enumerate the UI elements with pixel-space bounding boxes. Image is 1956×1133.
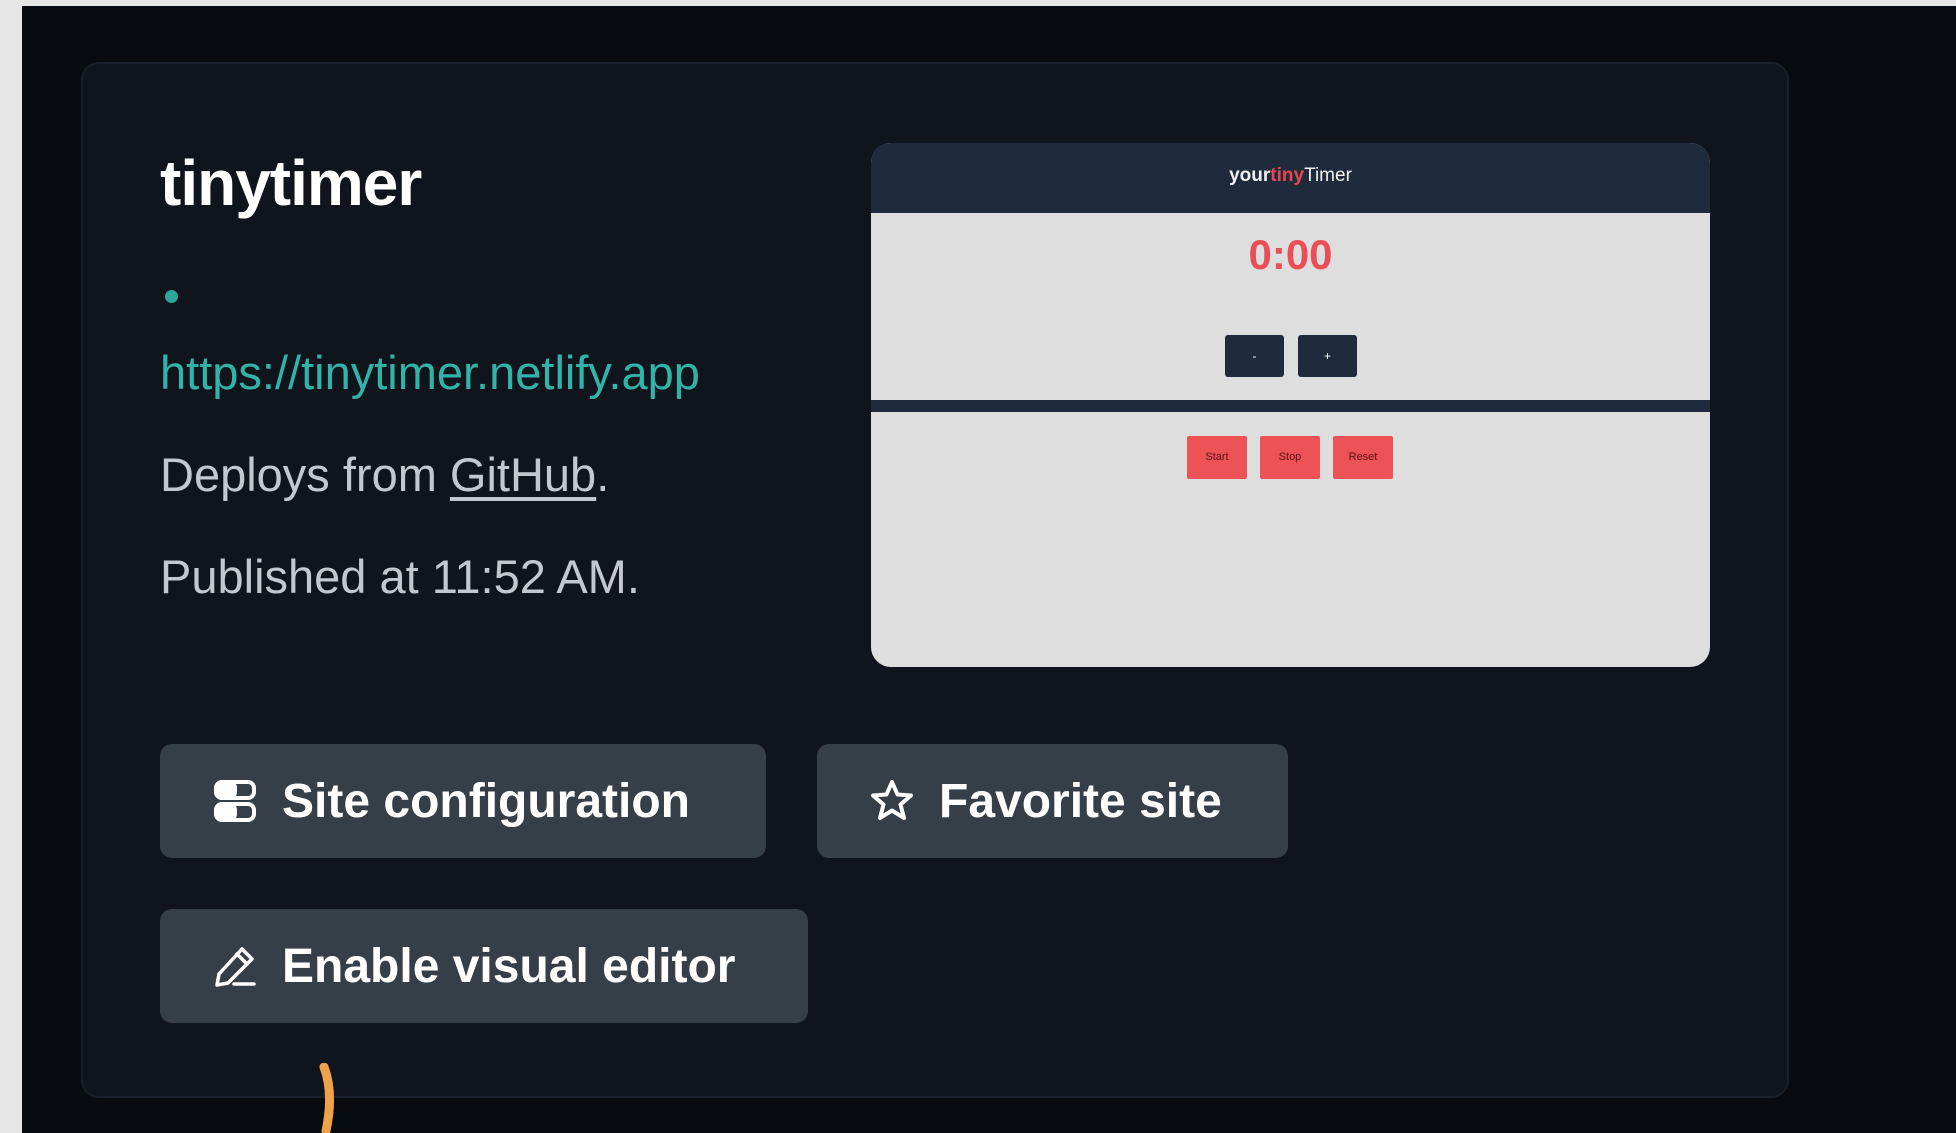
pencil-icon (212, 943, 258, 989)
deploy-info: Deploys from GitHub. (160, 447, 609, 502)
preview-divider (871, 400, 1710, 412)
star-icon (869, 778, 915, 824)
deploy-prefix: Deploys from (160, 448, 450, 501)
site-configuration-button[interactable]: Site configuration (160, 744, 766, 858)
preview-plus-button: + (1298, 335, 1357, 377)
preview-brand-your: your (1229, 165, 1271, 186)
status-dot (165, 290, 178, 303)
enable-visual-editor-label: Enable visual editor (282, 939, 736, 993)
site-preview-thumbnail[interactable]: yourtinyTimer 0:00 - + Start Stop Reset (871, 143, 1710, 667)
preview-time: 0:00 (1248, 231, 1333, 278)
site-configuration-label: Site configuration (282, 774, 690, 828)
favorite-site-label: Favorite site (939, 774, 1222, 828)
site-title: tinytimer (160, 147, 422, 219)
server-icon (212, 778, 258, 824)
preview-brand-timer: Timer (1304, 165, 1352, 186)
preview-start-button: Start (1187, 436, 1247, 479)
site-url-link[interactable]: https://tinytimer.netlify.app (160, 345, 700, 400)
deploy-suffix: . (596, 448, 610, 501)
cursor-icon (319, 1063, 335, 1133)
preview-brand-tiny: tiny (1270, 165, 1305, 186)
published-time: Published at 11:52 AM. (160, 550, 640, 603)
preview-reset-button: Reset (1333, 436, 1393, 479)
enable-visual-editor-button[interactable]: Enable visual editor (160, 909, 808, 1023)
favorite-site-button[interactable]: Favorite site (817, 744, 1288, 858)
github-link[interactable]: GitHub (450, 448, 596, 501)
preview-brand: yourtinyTimer (871, 165, 1710, 187)
preview-stop-button: Stop (1260, 436, 1320, 479)
preview-minus-button: - (1225, 335, 1284, 377)
